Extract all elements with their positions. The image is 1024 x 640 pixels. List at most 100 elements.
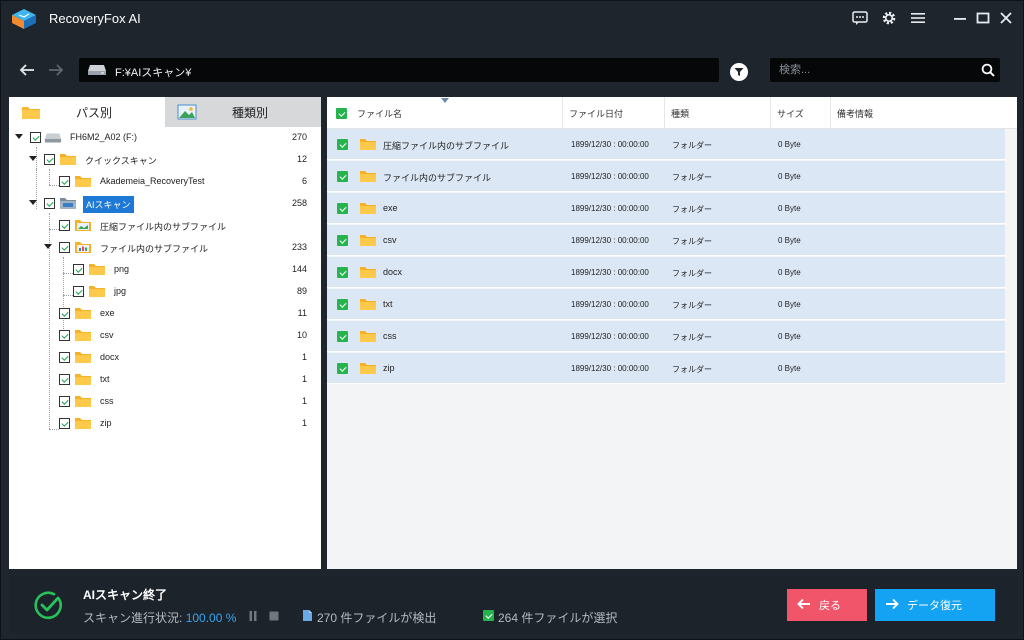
tree-item-drive[interactable]: FH6M2_A02 (F:) 270 <box>9 127 321 149</box>
tree-item-label: txt <box>100 374 110 384</box>
tree-checkbox[interactable] <box>59 418 70 429</box>
tree-item-akademeia[interactable]: Akademeia_RecoveryTest 6 <box>9 171 321 193</box>
tree-checkbox[interactable] <box>59 242 70 253</box>
row-size: 0 Byte <box>778 300 801 309</box>
tree-item-archive-subfiles[interactable]: 圧縮ファイル内のサブファイル <box>9 215 321 237</box>
folder-icon <box>360 267 376 278</box>
tree-item-png[interactable]: png 144 <box>9 259 321 281</box>
tree-checkbox[interactable] <box>59 330 70 341</box>
feedback-icon[interactable] <box>849 7 871 29</box>
minimize-icon[interactable] <box>949 7 971 29</box>
row-checkbox[interactable] <box>337 299 348 310</box>
back-button[interactable]: 戻る <box>787 589 867 621</box>
tree-checkbox[interactable] <box>30 132 41 143</box>
row-name: exe <box>383 203 398 213</box>
expand-arrow-icon[interactable] <box>15 134 23 139</box>
chart-folder-icon <box>75 242 91 253</box>
arrow-left-icon <box>797 597 811 614</box>
app-title: RecoveryFox AI <box>49 11 141 26</box>
tree-item-txt[interactable]: txt 1 <box>9 369 321 391</box>
select-all-checkbox[interactable] <box>336 108 347 119</box>
column-header-note[interactable]: 備考情報 <box>831 97 1017 129</box>
row-type: フォルダー <box>672 301 712 310</box>
row-checkbox[interactable] <box>337 363 348 374</box>
tree-item-label: FH6M2_A02 (F:) <box>70 132 138 142</box>
tree-checkbox[interactable] <box>59 176 70 187</box>
row-checkbox[interactable] <box>337 171 348 182</box>
tree-item-zip[interactable]: zip 1 <box>9 413 321 435</box>
stop-icon[interactable] <box>269 611 279 621</box>
tree-checkbox[interactable] <box>59 308 70 319</box>
column-header-size[interactable]: サイズ <box>771 97 831 129</box>
tree-item-count: 11 <box>297 308 307 318</box>
close-icon[interactable] <box>995 7 1017 29</box>
tab-type[interactable]: 種類別 <box>165 97 321 127</box>
row-checkbox[interactable] <box>337 331 348 342</box>
tree-checkbox[interactable] <box>59 352 70 363</box>
settings-icon[interactable] <box>878 7 900 29</box>
tree-checkbox[interactable] <box>59 220 70 231</box>
tree-item-docx[interactable]: docx 1 <box>9 347 321 369</box>
file-icon <box>303 610 312 621</box>
row-type: フォルダー <box>672 237 712 246</box>
tree-item-jpg[interactable]: jpg 89 <box>9 281 321 303</box>
row-checkbox[interactable] <box>337 267 348 278</box>
tree-item-file-subfiles[interactable]: ファイル内のサブファイル 233 <box>9 237 321 259</box>
tree-checkbox[interactable] <box>44 154 55 165</box>
expand-arrow-icon[interactable] <box>29 200 37 205</box>
tree-item-count: 1 <box>301 374 307 384</box>
tree-item-exe[interactable]: exe 11 <box>9 303 321 325</box>
tree-checkbox[interactable] <box>59 374 70 385</box>
tree-item-csv[interactable]: csv 10 <box>9 325 321 347</box>
back-arrow-icon[interactable] <box>16 59 38 81</box>
table-row[interactable]: docx 1899/12/30 : 00:00:00 フォルダー 0 Byte <box>327 257 1005 288</box>
arrow-right-icon <box>885 597 899 614</box>
recover-button-label: データ復元 <box>907 600 962 612</box>
column-header-name[interactable]: ファイル名 <box>351 97 563 129</box>
maximize-icon[interactable] <box>972 7 994 29</box>
tree-checkbox[interactable] <box>44 198 55 209</box>
expand-arrow-icon[interactable] <box>29 156 37 161</box>
progress-value: 100.00 % <box>185 611 237 625</box>
tree-checkbox[interactable] <box>59 396 70 407</box>
menu-icon[interactable] <box>907 7 929 29</box>
tree-item-label: AIスキャン <box>83 196 134 213</box>
search-button[interactable] <box>976 58 1000 82</box>
table-row[interactable]: 圧縮ファイル内のサブファイル 1899/12/30 : 00:00:00 フォル… <box>327 129 1005 160</box>
filter-button[interactable] <box>730 63 748 81</box>
tree-item-css[interactable]: css 1 <box>9 391 321 413</box>
recover-button[interactable]: データ復元 <box>875 589 995 621</box>
table-row[interactable]: exe 1899/12/30 : 00:00:00 フォルダー 0 Byte <box>327 193 1005 224</box>
tab-path[interactable]: パス別 <box>9 97 165 127</box>
row-checkbox[interactable] <box>337 235 348 246</box>
row-name: csv <box>383 235 397 245</box>
table-row[interactable]: ファイル内のサブファイル 1899/12/30 : 00:00:00 フォルダー… <box>327 161 1005 192</box>
table-row[interactable]: csv 1899/12/30 : 00:00:00 フォルダー 0 Byte <box>327 225 1005 256</box>
tree-checkbox[interactable] <box>73 286 84 297</box>
row-checkbox[interactable] <box>337 139 348 150</box>
tree-item-ai-scan[interactable]: AIスキャン 258 <box>9 193 321 215</box>
column-header-type[interactable]: 種類 <box>665 97 771 129</box>
row-size: 0 Byte <box>778 172 801 181</box>
row-checkbox[interactable] <box>337 203 348 214</box>
search-box <box>770 58 1000 82</box>
forward-arrow-icon[interactable] <box>45 59 67 81</box>
expand-arrow-icon[interactable] <box>44 244 52 249</box>
tree-item-quick-scan[interactable]: クイックスキャン 12 <box>9 149 321 171</box>
path-bar[interactable]: F:¥AIスキャン¥ <box>79 58 719 82</box>
title-bar: RecoveryFox AI <box>1 1 1024 35</box>
search-input[interactable] <box>770 58 974 82</box>
tree-item-label: docx <box>100 352 120 362</box>
tree-checkbox[interactable] <box>73 264 84 275</box>
folder-icon <box>75 176 91 187</box>
table-row[interactable]: css 1899/12/30 : 00:00:00 フォルダー 0 Byte <box>327 321 1005 352</box>
table-row[interactable]: txt 1899/12/30 : 00:00:00 フォルダー 0 Byte <box>327 289 1005 320</box>
pause-icon[interactable] <box>248 611 258 621</box>
column-header-date[interactable]: ファイル日付 <box>563 97 665 129</box>
row-type: フォルダー <box>672 173 712 182</box>
row-size: 0 Byte <box>778 140 801 149</box>
row-date: 1899/12/30 : 00:00:00 <box>571 236 649 245</box>
table-row[interactable]: zip 1899/12/30 : 00:00:00 フォルダー 0 Byte <box>327 353 1005 384</box>
tree-item-label: クイックスキャン <box>85 156 157 166</box>
current-path: F:¥AIスキャン¥ <box>115 67 192 79</box>
